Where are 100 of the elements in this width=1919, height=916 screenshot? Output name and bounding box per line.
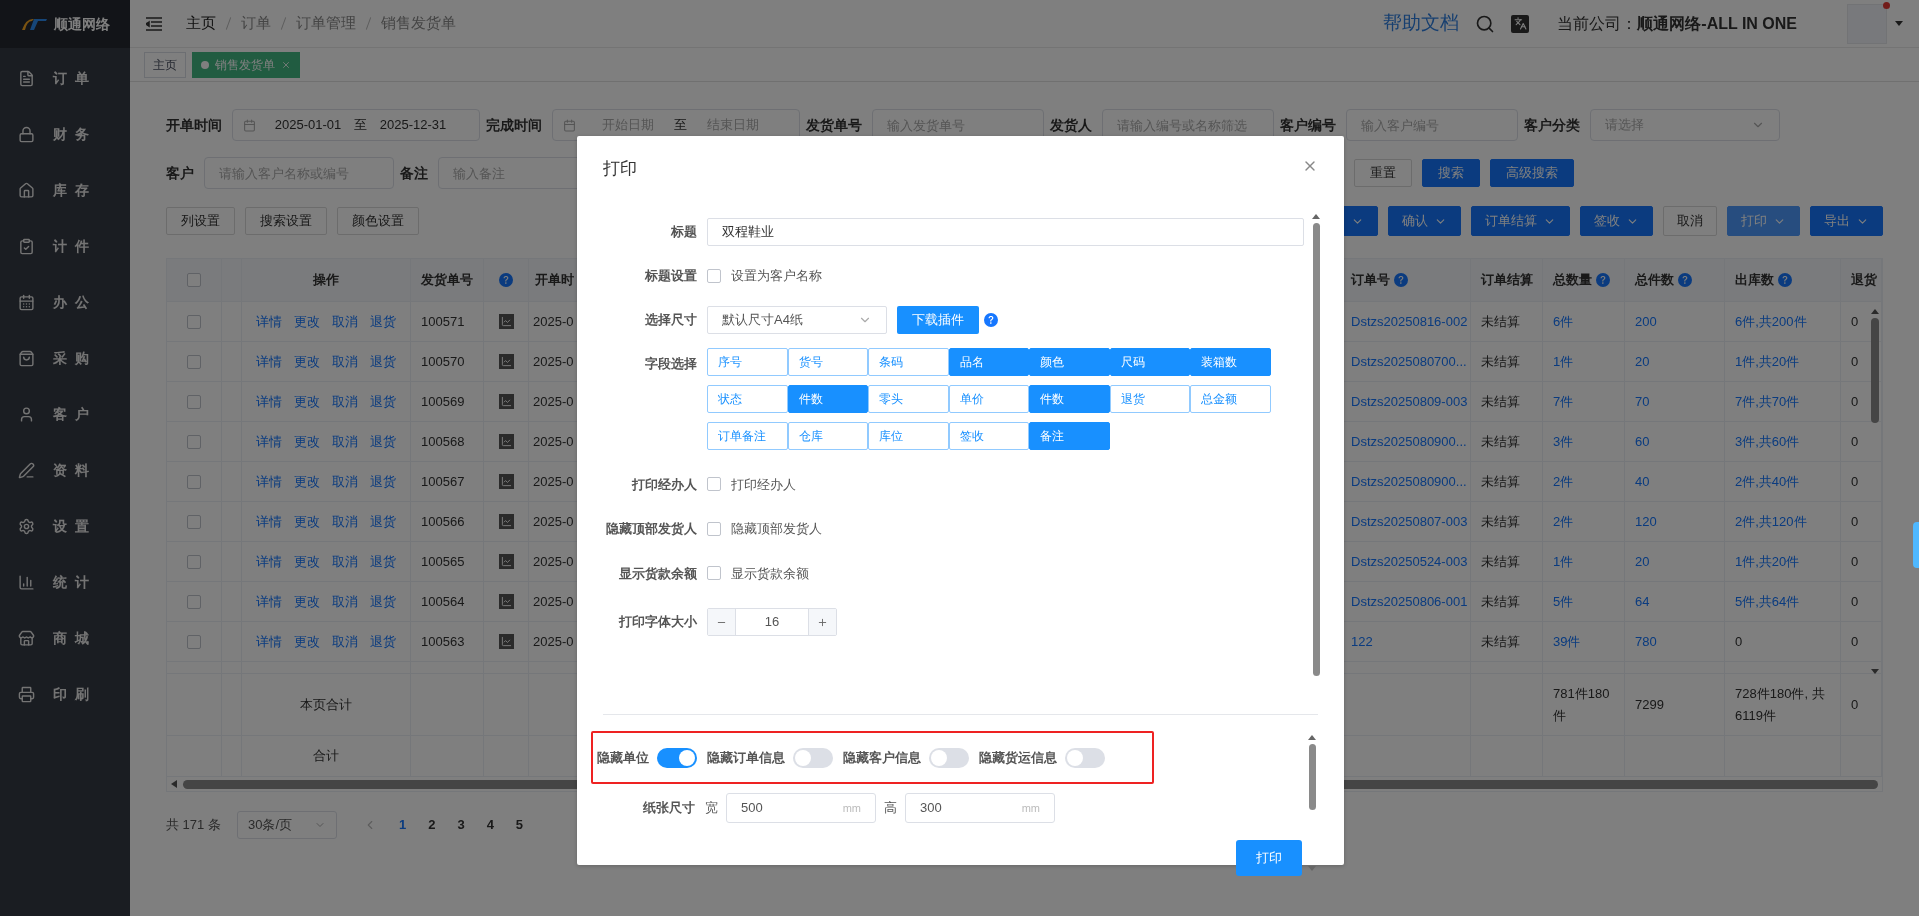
- size-select[interactable]: 默认尺寸A4纸: [707, 305, 887, 334]
- translate-icon[interactable]: [1511, 14, 1530, 33]
- breadcrumb-link[interactable]: 订单: [241, 12, 271, 35]
- row-action-link[interactable]: 详情: [256, 591, 282, 612]
- menu-icon[interactable]: [146, 16, 162, 31]
- row-action-link[interactable]: 取消: [332, 391, 358, 412]
- checkbox[interactable]: [187, 594, 201, 609]
- row-action-link[interactable]: 详情: [256, 431, 282, 452]
- field-chip[interactable]: 尺码: [1109, 347, 1190, 376]
- field-chip[interactable]: 备注: [1029, 421, 1110, 450]
- checkbox[interactable]: [707, 521, 721, 536]
- field-chip[interactable]: 条码: [868, 347, 949, 376]
- print-button[interactable]: 打印: [1236, 840, 1302, 876]
- sidebar-item[interactable]: 商城: [0, 610, 130, 666]
- quantity-link[interactable]: 1件: [1553, 551, 1574, 572]
- scroll-up-icon[interactable]: [1312, 214, 1320, 219]
- row-action-link[interactable]: 取消: [332, 631, 358, 652]
- toolbar-button[interactable]: 签收: [1580, 206, 1653, 236]
- toolbar-button[interactable]: 订单结算: [1471, 206, 1570, 236]
- row-action-link[interactable]: 退货: [370, 591, 396, 612]
- order-link[interactable]: Dstzs20250524-003: [1351, 551, 1468, 572]
- vertical-scrollbar[interactable]: [1312, 223, 1320, 676]
- vertical-scrollbar[interactable]: [1308, 744, 1316, 810]
- row-action-link[interactable]: 退货: [370, 511, 396, 532]
- sidebar-item[interactable]: 财务: [0, 106, 130, 162]
- chart-icon[interactable]: [498, 634, 514, 649]
- search-button[interactable]: 重置: [1354, 159, 1412, 187]
- checkbox[interactable]: [187, 514, 201, 529]
- toolbar-button[interactable]: 确认: [1388, 206, 1461, 236]
- checkbox[interactable]: [187, 474, 201, 489]
- row-action-link[interactable]: 更改: [294, 591, 320, 612]
- row-action-link[interactable]: 退货: [370, 391, 396, 412]
- row-action-link[interactable]: 取消: [332, 311, 358, 332]
- total-link[interactable]: 20: [1635, 551, 1650, 572]
- checkbox[interactable]: [187, 554, 201, 569]
- quantity-link[interactable]: 39件: [1553, 631, 1581, 652]
- row-action-link[interactable]: 退货: [370, 431, 396, 452]
- checkbox[interactable]: [187, 314, 201, 329]
- search-icon[interactable]: [1475, 13, 1496, 34]
- breadcrumb-link[interactable]: 订单管理: [296, 12, 356, 35]
- row-action-link[interactable]: 退货: [370, 471, 396, 492]
- sidebar-item[interactable]: 统计: [0, 554, 130, 610]
- sidebar-item[interactable]: 办公: [0, 274, 130, 330]
- row-action-link[interactable]: 取消: [332, 431, 358, 452]
- toggle-switch[interactable]: [929, 747, 969, 768]
- page-number[interactable]: 2: [428, 815, 436, 835]
- side-handle[interactable]: [1913, 522, 1919, 568]
- scroll-left-icon[interactable]: [171, 780, 177, 788]
- sidebar-item[interactable]: 设置: [0, 498, 130, 554]
- page-number[interactable]: 4: [486, 815, 494, 835]
- row-action-link[interactable]: 取消: [332, 591, 358, 612]
- plus-icon[interactable]: [817, 616, 828, 628]
- row-action-link[interactable]: 详情: [256, 391, 282, 412]
- outbound-link[interactable]: 1件,共20件: [1735, 551, 1800, 572]
- row-action-link[interactable]: 更改: [294, 471, 320, 492]
- field-chip[interactable]: 退货: [1109, 384, 1190, 413]
- total-link[interactable]: 120: [1635, 511, 1657, 532]
- field-chip[interactable]: 件数: [1029, 384, 1110, 413]
- settings-button[interactable]: 列设置: [166, 207, 235, 235]
- toggle-switch[interactable]: [657, 747, 697, 768]
- page-tab[interactable]: 销售发货单: [192, 51, 300, 78]
- number-stepper[interactable]: 16: [707, 608, 837, 636]
- quantity-link[interactable]: 2件: [1553, 471, 1574, 492]
- checkbox[interactable]: [187, 394, 201, 409]
- row-action-link[interactable]: 退货: [370, 551, 396, 572]
- chart-icon[interactable]: [498, 514, 514, 529]
- checkbox[interactable]: [187, 273, 201, 287]
- sidebar-item[interactable]: 计件: [0, 218, 130, 274]
- page-number[interactable]: 3: [457, 815, 465, 835]
- order-link[interactable]: Dstzs2025080900...: [1351, 471, 1467, 492]
- toggle-switch[interactable]: [793, 747, 833, 768]
- field-chip[interactable]: 零头: [868, 384, 949, 413]
- page-number[interactable]: 5: [515, 815, 524, 835]
- chart-icon[interactable]: [498, 354, 514, 369]
- chart-icon[interactable]: [498, 394, 514, 409]
- help-link[interactable]: 帮助文档: [1383, 9, 1460, 38]
- outbound-link[interactable]: 2件,共40件: [1735, 471, 1800, 492]
- breadcrumb-link[interactable]: 销售发货单: [381, 12, 456, 35]
- row-action-link[interactable]: 更改: [294, 351, 320, 372]
- quantity-link[interactable]: 7件: [1553, 391, 1574, 412]
- toolbar-button[interactable]: 打印: [1727, 206, 1800, 236]
- search-button[interactable]: 搜索: [1422, 159, 1480, 187]
- close-icon[interactable]: [281, 59, 291, 70]
- caret-icon[interactable]: [1895, 21, 1903, 26]
- row-action-link[interactable]: 退货: [370, 311, 396, 332]
- order-link[interactable]: Dstzs20250806-001: [1351, 591, 1468, 612]
- quantity-link[interactable]: 1件: [1553, 351, 1574, 372]
- outbound-link[interactable]: 3件,共60件: [1735, 431, 1800, 452]
- field-chip[interactable]: 货号: [787, 347, 868, 376]
- row-action-link[interactable]: 详情: [256, 351, 282, 372]
- field-chip[interactable]: 仓库: [787, 421, 868, 450]
- sidebar-item[interactable]: 客户: [0, 386, 130, 442]
- height-field[interactable]: 300 mm: [905, 793, 1055, 823]
- field-chip[interactable]: 状态: [707, 384, 788, 413]
- page-tab[interactable]: 主页: [144, 51, 186, 78]
- order-link[interactable]: Dstzs2025080700...: [1351, 351, 1467, 372]
- checkbox[interactable]: [187, 434, 201, 449]
- total-link[interactable]: 40: [1635, 471, 1650, 492]
- row-action-link[interactable]: 退货: [370, 631, 396, 652]
- row-action-link[interactable]: 更改: [294, 511, 320, 532]
